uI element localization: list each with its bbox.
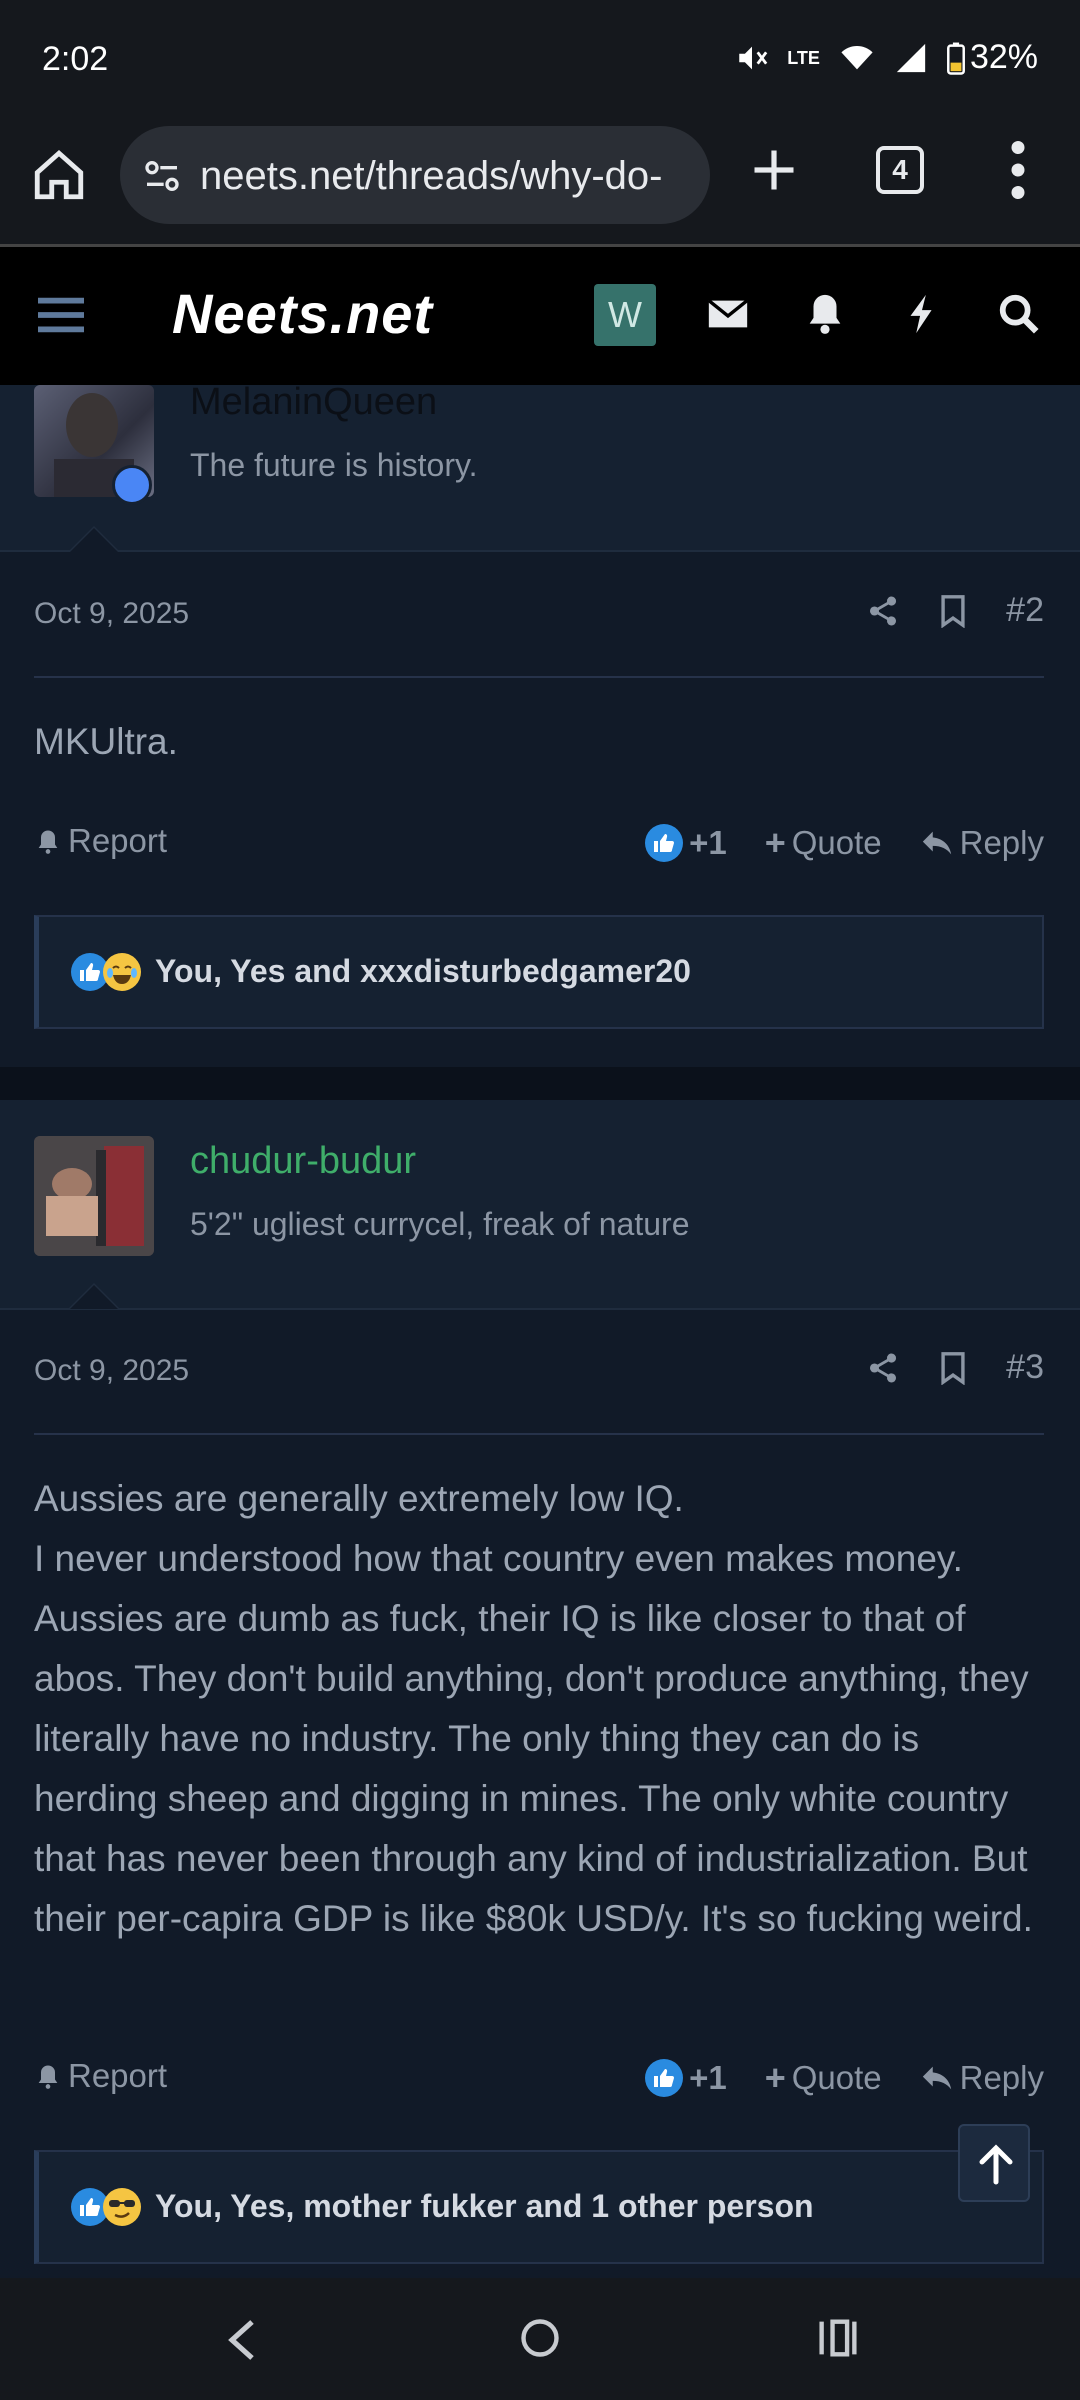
tab-switcher-button[interactable]: 4 [876,146,924,194]
post-action-group: +1 + Quote Reply [645,2057,1044,2099]
post-paragraph: MKUltra. [34,721,178,762]
avatar-photo [34,1136,154,1256]
battery-icon [946,42,965,75]
thread-content: MelaninQueen The future is history. Oct … [0,385,1080,2278]
site-settings-icon[interactable] [142,156,182,196]
crying-laughing-emoji-icon [103,953,141,991]
post-meta-actions: #2 [866,591,1044,630]
more-menu-icon[interactable] [1008,140,1028,200]
scroll-to-top-button[interactable] [958,2124,1030,2202]
reactions-bar[interactable]: You, Yes, mother fukker and 1 other pers… [34,2150,1044,2264]
report-label: Report [68,2057,168,2094]
mute-icon [739,46,768,69]
arrow-up-icon [979,2144,1013,2185]
post-number-link[interactable]: #3 [1006,1348,1044,1387]
share-icon[interactable] [866,1351,900,1385]
system-navigation-bar [0,2278,1080,2400]
battery-indicator: 32% [946,38,1038,77]
whats-new-bolt-icon[interactable] [899,291,945,337]
like-button[interactable]: +1 [645,824,727,862]
url-text[interactable]: neets.net/threads/why-do- [200,154,700,199]
online-status-dot [112,465,152,505]
report-label: Report [68,822,168,859]
recents-nav-icon[interactable] [816,2318,860,2358]
post-number-link[interactable]: #2 [1006,591,1044,630]
report-bell-icon [38,2065,58,2089]
reactions-text[interactable]: You, Yes and xxxdisturbedgamer20 [155,953,691,990]
reply-button[interactable]: Reply [920,824,1044,862]
reactions-bar[interactable]: You, Yes and xxxdisturbedgamer20 [34,915,1044,1029]
site-logo[interactable]: Neets.net [172,281,433,346]
user-block-pointer [68,1283,120,1309]
user-title: 5'2" ugliest currycel, freak of nature [190,1206,690,1242]
status-icons: LTE 32% [735,38,1038,77]
post-meta-actions: #3 [866,1348,1044,1387]
quote-label: Quote [791,824,882,861]
post-user-block: chudur-budur 5'2" ugliest currycel, frea… [0,1100,1080,1310]
post-paragraph: I never understood how that country even… [34,1538,1033,1939]
report-button[interactable]: Report [34,2057,167,2095]
bookmark-icon[interactable] [938,594,968,628]
site-header: Neets.net W [0,247,1080,385]
post-date[interactable]: Oct 9, 2025 [34,1354,189,1388]
status-time: 2:02 [42,40,109,78]
like-button[interactable]: +1 [645,2059,727,2097]
reaction-icons [71,953,141,991]
post-separator [0,1067,1080,1101]
reaction-icons [71,2188,141,2226]
plus-icon: + [764,822,786,863]
post-actions: Report +1 + Quote Reply [34,2057,1044,2107]
report-bell-icon [38,830,58,854]
hamburger-menu-icon[interactable] [38,295,84,335]
plus-icon: + [764,2057,786,2098]
reactions-text[interactable]: You, Yes, mother fukker and 1 other pers… [155,2188,814,2225]
user-title: The future is history. [190,447,478,483]
home-icon[interactable] [30,146,88,204]
lte-icon: LTE [787,47,820,68]
username[interactable]: MelaninQueen [190,385,437,424]
notifications-bell-icon[interactable] [802,291,848,337]
report-button[interactable]: Report [34,822,167,860]
user-block-pointer [68,526,120,552]
post-actions: Report +1 + Quote Reply [34,822,1044,872]
like-count: +1 [689,824,727,861]
address-bar[interactable]: neets.net/threads/why-do- [120,126,710,224]
quote-button[interactable]: + Quote [765,2057,882,2099]
post-divider [34,676,1044,678]
wifi-icon [841,45,873,69]
post-date[interactable]: Oct 9, 2025 [34,597,189,631]
username[interactable]: chudur-budur [190,1140,416,1183]
browser-toolbar: neets.net/threads/why-do- 4 [0,120,1080,246]
home-nav-icon[interactable] [518,2316,562,2360]
back-nav-icon[interactable] [222,2316,262,2364]
inbox-icon[interactable] [705,291,751,337]
like-count: +1 [689,2059,727,2096]
signal-icon [896,43,926,72]
quote-button[interactable]: + Quote [765,822,882,864]
reply-arrow-icon [922,831,951,855]
thumbs-up-icon [645,824,684,862]
avatar[interactable] [34,1136,154,1256]
post-divider [34,1433,1044,1435]
reply-label: Reply [959,2059,1044,2096]
quote-label: Quote [791,2059,882,2096]
share-icon[interactable] [866,594,900,628]
reply-label: Reply [959,824,1044,861]
reply-button[interactable]: Reply [920,2059,1044,2097]
search-icon[interactable] [996,291,1042,337]
status-bar: 2:02 LTE 32% [0,0,1080,120]
bookmark-icon[interactable] [938,1351,968,1385]
battery-percent: 32% [969,38,1038,76]
post-body: MKUltra. [34,712,1044,772]
reply-arrow-icon [922,2066,951,2090]
post-action-group: +1 + Quote Reply [645,822,1044,864]
post-user-block: MelaninQueen The future is history. [0,385,1080,552]
post-paragraph: Aussies are generally extremely low IQ. [34,1478,684,1519]
post-body: Aussies are generally extremely low IQ. … [34,1469,1044,1949]
new-tab-icon[interactable] [748,144,800,196]
thumbs-up-icon [645,2059,684,2097]
smirk-sunglasses-emoji-icon [103,2188,141,2226]
user-avatar-button[interactable]: W [594,284,656,346]
